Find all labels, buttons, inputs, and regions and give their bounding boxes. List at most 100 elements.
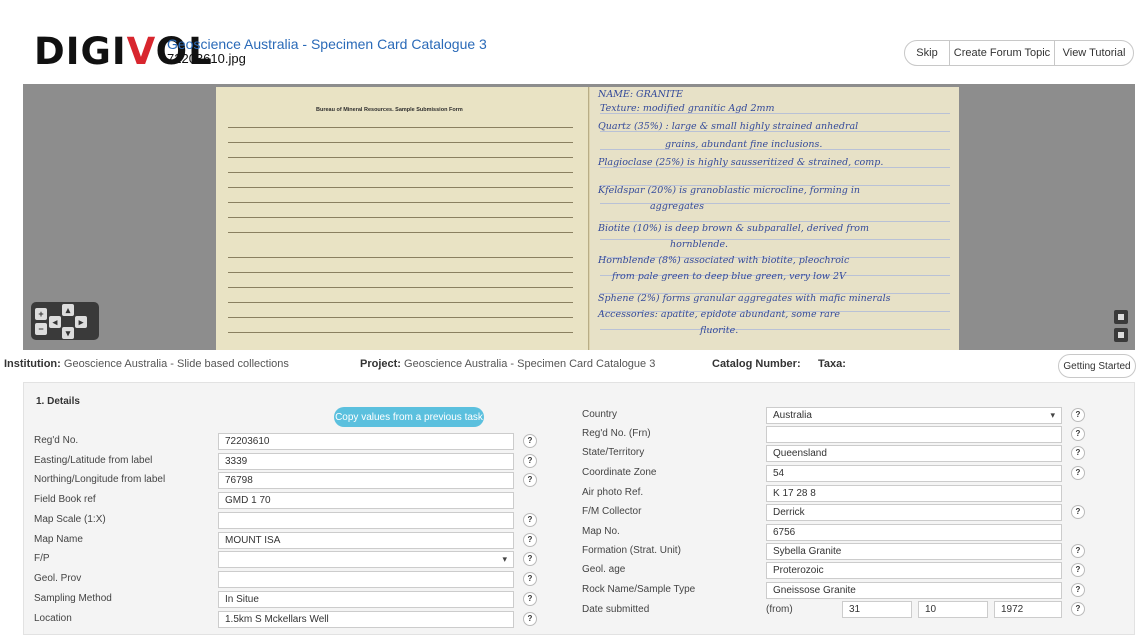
pan-right-icon[interactable]: ▸ [75, 316, 87, 328]
map-no-input[interactable]: 6756 [766, 524, 1062, 541]
regd-no-frn-label: Reg'd No. (Frn) [582, 428, 651, 439]
regd-no-frn-input[interactable] [766, 426, 1062, 443]
note-line-4: grains, abundant fine inclusions. [665, 139, 823, 150]
fp-select[interactable] [218, 551, 514, 568]
image-filename: 72203610.jpg [167, 51, 246, 66]
regd-no-label: Reg'd No. [34, 435, 79, 446]
fm-collector-input[interactable]: Derrick [766, 504, 1062, 521]
skip-button[interactable]: Skip [904, 40, 950, 66]
help-icon[interactable]: ? [523, 552, 537, 566]
project-title-block: Geoscience Australia - Specimen Card Cat… [167, 37, 487, 66]
formation-input[interactable]: Sybella Granite [766, 543, 1062, 560]
note-line-9: hornblende. [670, 239, 729, 250]
help-icon[interactable]: ? [1071, 602, 1085, 616]
map-scale-label: Map Scale (1:X) [34, 514, 106, 525]
state-territory-input[interactable]: Queensland [766, 445, 1062, 462]
sampling-method-input[interactable]: In Situe [218, 591, 514, 608]
geol-age-label: Geol. age [582, 564, 626, 575]
submission-form-side: Bureau of Mineral Resources. Sample Subm… [216, 87, 589, 350]
note-line-1: NAME: GRANITE [598, 89, 683, 100]
catalog-number-label: Catalog Number: [712, 358, 801, 370]
help-icon[interactable]: ? [1071, 544, 1085, 558]
date-submitted-label: Date submitted [582, 604, 650, 615]
help-icon[interactable]: ? [1071, 563, 1085, 577]
help-icon[interactable]: ? [523, 533, 537, 547]
project-title[interactable]: Geoscience Australia - Specimen Card Cat… [167, 37, 487, 52]
northing-longitude-label: Northing/Longitude from label [34, 474, 166, 485]
help-icon[interactable]: ? [1071, 427, 1085, 441]
geol-prov-label: Geol. Prov [34, 573, 82, 584]
map-no-label: Map No. [582, 526, 620, 537]
note-line-6: Kfeldspar (20%) is granoblastic microcli… [598, 185, 861, 196]
field-book-ref-label: Field Book ref [34, 494, 96, 505]
taxa-label: Taxa: [818, 358, 846, 370]
map-scale-input[interactable] [218, 512, 514, 529]
section-title: 1. Details [36, 396, 80, 407]
task-info-bar: Institution: Geoscience Australia - Slid… [0, 350, 1140, 382]
help-icon[interactable]: ? [1071, 446, 1085, 460]
air-photo-ref-input[interactable]: K 17 28 8 [766, 485, 1062, 502]
help-icon[interactable]: ? [523, 434, 537, 448]
copy-previous-values-button[interactable]: Copy values from a previous task [334, 407, 484, 427]
easting-latitude-label: Easting/Latitude from label [34, 455, 153, 466]
pin-viewer-icon[interactable] [1114, 328, 1128, 342]
regd-no-input[interactable]: 72203610 [218, 433, 514, 450]
petrology-notes-side: NAME: GRANITE Texture: modified granitic… [590, 87, 959, 350]
note-line-3: Quartz (35%) : large & small highly stra… [598, 121, 859, 132]
zoom-out-icon[interactable]: − [35, 323, 47, 335]
map-name-input[interactable]: MOUNT ISA [218, 532, 514, 549]
northing-longitude-input[interactable]: 76798 [218, 472, 514, 489]
note-line-7: aggregates [650, 201, 705, 212]
map-name-label: Map Name [34, 534, 83, 545]
help-icon[interactable]: ? [523, 612, 537, 626]
location-label: Location [34, 613, 72, 624]
sampling-method-label: Sampling Method [34, 593, 112, 604]
easting-latitude-input[interactable]: 3339 [218, 453, 514, 470]
fm-collector-label: F/M Collector [582, 506, 642, 517]
pan-left-icon[interactable]: ◂ [49, 316, 61, 328]
country-select[interactable]: Australia [766, 407, 1062, 424]
coordinate-zone-input[interactable]: 54 [766, 465, 1062, 482]
location-input[interactable]: 1.5km S Mckellars Well [218, 611, 514, 628]
date-month-input[interactable]: 10 [918, 601, 988, 618]
form-heading: Bureau of Mineral Resources. Sample Subm… [316, 107, 463, 113]
geol-prov-input[interactable] [218, 571, 514, 588]
rock-name-input[interactable]: Gneissose Granite [766, 582, 1062, 599]
specimen-card-image: Bureau of Mineral Resources. Sample Subm… [216, 87, 959, 350]
pan-up-icon[interactable]: ▴ [62, 304, 74, 316]
formation-label: Formation (Strat. Unit) [582, 545, 681, 556]
pan-down-icon[interactable]: ▾ [62, 327, 74, 339]
project-info: Project: Geoscience Australia - Specimen… [360, 358, 656, 370]
help-icon[interactable]: ? [523, 473, 537, 487]
state-territory-label: State/Territory [582, 447, 645, 458]
note-line-10: Hornblende (8%) associated with biotite,… [598, 255, 850, 266]
institution-info: Institution: Geoscience Australia - Slid… [4, 358, 289, 370]
note-line-12: Sphene (2%) forms granular aggregates wi… [598, 293, 891, 304]
fullscreen-icon[interactable] [1114, 310, 1128, 324]
help-icon[interactable]: ? [523, 454, 537, 468]
zoom-in-icon[interactable]: + [35, 308, 47, 320]
help-icon[interactable]: ? [523, 572, 537, 586]
date-from-label: (from) [766, 604, 793, 615]
help-icon[interactable]: ? [1071, 505, 1085, 519]
date-day-input[interactable]: 31 [842, 601, 912, 618]
help-icon[interactable]: ? [523, 513, 537, 527]
date-year-input[interactable]: 1972 [994, 601, 1062, 618]
geol-age-input[interactable]: Proterozoic [766, 562, 1062, 579]
note-line-11: from pale green to deep blue green, very… [612, 271, 846, 282]
details-panel: 1. Details Copy values from a previous t… [23, 382, 1135, 635]
note-line-13: Accessories: apatite, epidote abundant, … [598, 309, 840, 320]
help-icon[interactable]: ? [523, 592, 537, 606]
help-icon[interactable]: ? [1071, 583, 1085, 597]
coordinate-zone-label: Coordinate Zone [582, 467, 657, 478]
help-icon[interactable]: ? [1071, 466, 1085, 480]
note-line-14: fluorite. [700, 325, 739, 336]
fp-label: F/P [34, 553, 50, 564]
air-photo-ref-label: Air photo Ref. [582, 487, 644, 498]
getting-started-button[interactable]: Getting Started [1058, 354, 1136, 378]
create-forum-topic-button[interactable]: Create Forum Topic [949, 40, 1055, 66]
image-viewer[interactable]: Bureau of Mineral Resources. Sample Subm… [23, 84, 1135, 350]
view-tutorial-button[interactable]: View Tutorial [1054, 40, 1134, 66]
help-icon[interactable]: ? [1071, 408, 1085, 422]
field-book-ref-input[interactable]: GMD 1 70 [218, 492, 514, 509]
